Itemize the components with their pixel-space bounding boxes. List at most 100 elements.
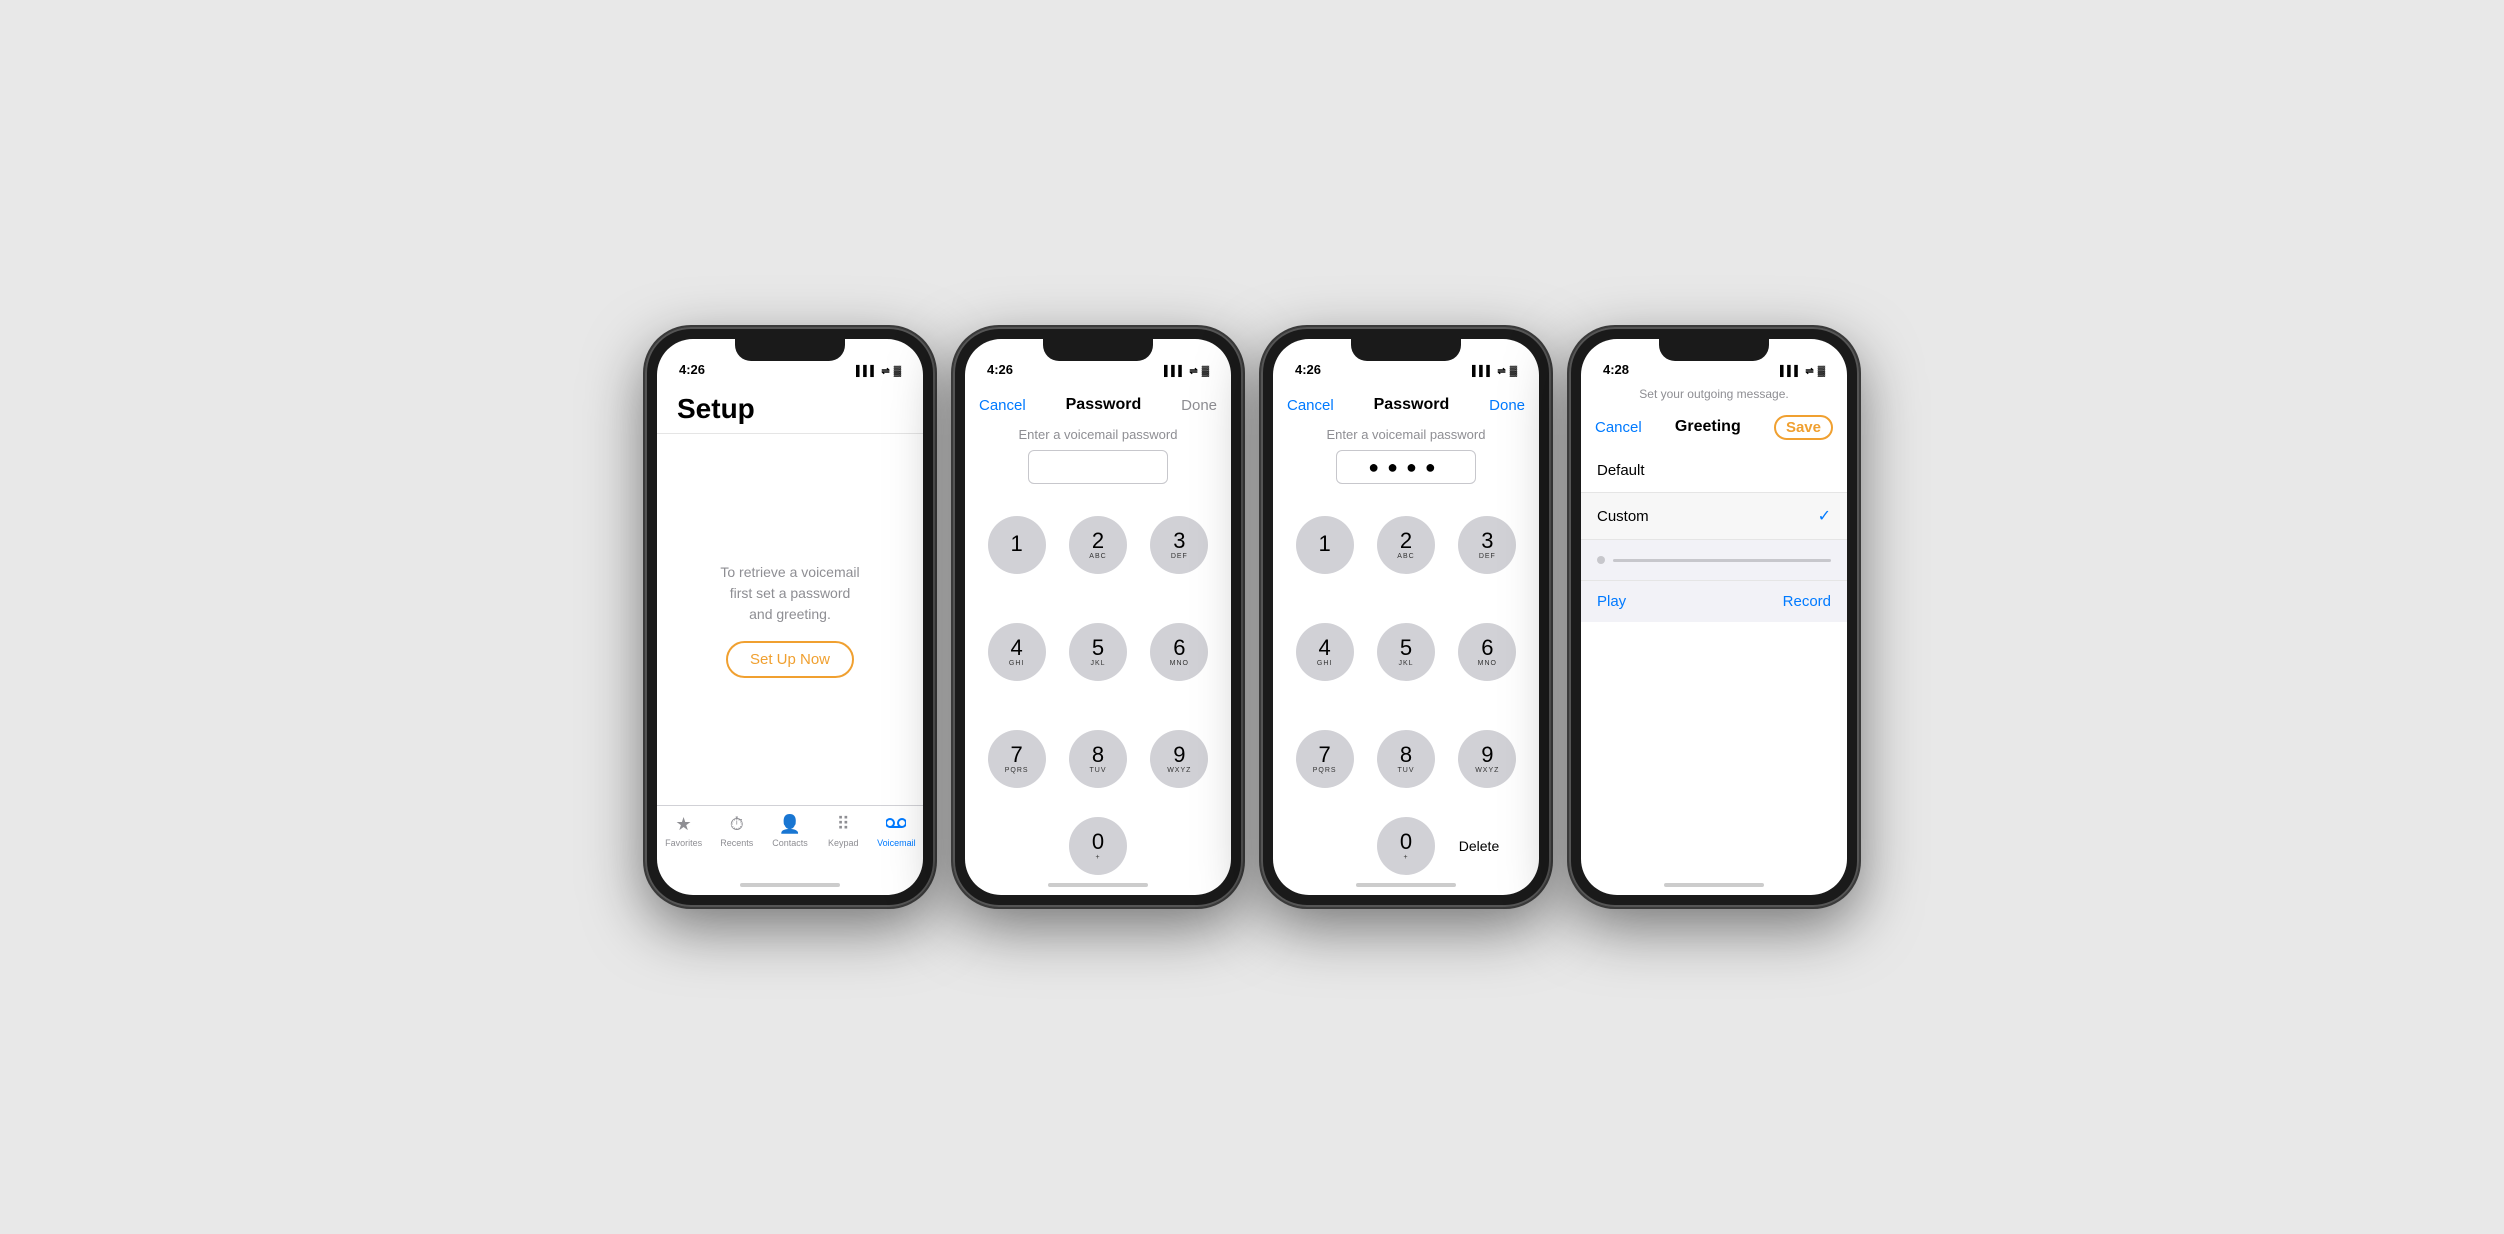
tab-favorites[interactable]: ★ Favorites bbox=[657, 814, 710, 848]
notch-4 bbox=[1659, 339, 1769, 361]
password-screen-3: Cancel Password Done Enter a voicemail p… bbox=[1273, 383, 1539, 875]
password-dots-3: ●●●● bbox=[1368, 457, 1444, 478]
password-field-3[interactable]: ●●●● bbox=[1336, 450, 1476, 484]
tab-voicemail[interactable]: Voicemail bbox=[870, 814, 923, 848]
recents-label: Recents bbox=[720, 838, 753, 848]
nav-bar-2: Cancel Password Done bbox=[965, 383, 1231, 427]
password-field-2[interactable] bbox=[1028, 450, 1168, 484]
setup-now-button[interactable]: Set Up Now bbox=[726, 641, 854, 678]
tab-keypad[interactable]: ⠿ Keypad bbox=[817, 814, 870, 848]
notch-3 bbox=[1351, 339, 1461, 361]
recents-icon: ⏱ bbox=[730, 814, 744, 835]
cancel-button-2[interactable]: Cancel bbox=[979, 397, 1026, 414]
phone-4-greeting: 4:28 ▌▌▌ ⇌ ▓ Set your outgoing message. … bbox=[1569, 327, 1859, 907]
keypad-2: 1 2ABC 3DEF 4GHI 5JKL 6MNO 7PQRS 8TUV 9W… bbox=[965, 496, 1231, 807]
signal-icon-3: ▌▌▌ bbox=[1472, 366, 1493, 377]
keypad-bottom-2: 0+ bbox=[965, 807, 1231, 875]
delete-cell-3: Delete bbox=[1435, 838, 1523, 854]
greeting-screen: Set your outgoing message. Cancel Greeti… bbox=[1581, 383, 1847, 875]
nav-title-2: Password bbox=[1066, 396, 1142, 414]
favorites-label: Favorites bbox=[665, 838, 702, 848]
default-label: Default bbox=[1597, 462, 1645, 479]
status-icons-2: ▌▌▌ ⇌ ▓ bbox=[1164, 366, 1209, 377]
progress-section bbox=[1581, 540, 1847, 580]
password-field-wrap-3: ●●●● bbox=[1273, 450, 1539, 484]
voicemail-label: Voicemail bbox=[877, 838, 916, 848]
home-indicator-4 bbox=[1581, 875, 1847, 895]
key-6-p2[interactable]: 6MNO bbox=[1150, 623, 1208, 681]
key-1-p2[interactable]: 1 bbox=[988, 516, 1046, 574]
key-0-p3[interactable]: 0+ bbox=[1377, 817, 1435, 875]
favorites-icon: ★ bbox=[676, 814, 692, 835]
keypad-3: 1 2ABC 3DEF 4GHI 5JKL 6MNO 7PQRS 8TUV 9W… bbox=[1273, 496, 1539, 807]
wifi-icon-3: ⇌ bbox=[1497, 366, 1505, 377]
delete-button-3[interactable]: Delete bbox=[1459, 838, 1499, 854]
setup-description: To retrieve a voicemail first set a pass… bbox=[720, 562, 859, 625]
phone-2-password-empty: 4:26 ▌▌▌ ⇌ ▓ Cancel Password Done Enter … bbox=[953, 327, 1243, 907]
progress-track bbox=[1613, 559, 1831, 562]
key-8-p2[interactable]: 8TUV bbox=[1069, 730, 1127, 788]
status-icons-4: ▌▌▌ ⇌ ▓ bbox=[1780, 366, 1825, 377]
password-hint-3: Enter a voicemail password bbox=[1273, 427, 1539, 442]
key-3-p3[interactable]: 3DEF bbox=[1458, 516, 1516, 574]
key-7-p2[interactable]: 7PQRS bbox=[988, 730, 1046, 788]
phone-1-setup: 4:26 ▌▌▌ ⇌ ▓ Setup To retrieve a voicema… bbox=[645, 327, 935, 907]
cancel-button-3[interactable]: Cancel bbox=[1287, 397, 1334, 414]
wifi-icon-2: ⇌ bbox=[1189, 366, 1197, 377]
tab-recents[interactable]: ⏱ Recents bbox=[710, 814, 763, 848]
password-screen-2: Cancel Password Done Enter a voicemail p… bbox=[965, 383, 1231, 875]
home-indicator-2 bbox=[965, 875, 1231, 895]
key-9-p2[interactable]: 9WXYZ bbox=[1150, 730, 1208, 788]
key-6-p3[interactable]: 6MNO bbox=[1458, 623, 1516, 681]
key-9-p3[interactable]: 9WXYZ bbox=[1458, 730, 1516, 788]
cancel-button-4[interactable]: Cancel bbox=[1595, 419, 1642, 436]
status-icons-3: ▌▌▌ ⇌ ▓ bbox=[1472, 366, 1517, 377]
tab-contacts[interactable]: 👤 Contacts bbox=[763, 814, 816, 848]
key-5-p2[interactable]: 5JKL bbox=[1069, 623, 1127, 681]
greeting-custom[interactable]: Custom ✓ bbox=[1581, 493, 1847, 540]
home-indicator-1 bbox=[657, 875, 923, 895]
key-7-p3[interactable]: 7PQRS bbox=[1296, 730, 1354, 788]
battery-icon-3: ▓ bbox=[1510, 366, 1517, 377]
tab-bar-1: ★ Favorites ⏱ Recents 👤 Contacts ⠿ Keypa… bbox=[657, 805, 923, 875]
time-4: 4:28 bbox=[1603, 362, 1629, 377]
keypad-bottom-3: 0+ Delete bbox=[1273, 807, 1539, 875]
record-button[interactable]: Record bbox=[1783, 593, 1831, 610]
key-8-p3[interactable]: 8TUV bbox=[1377, 730, 1435, 788]
signal-icon-4: ▌▌▌ bbox=[1780, 366, 1801, 377]
key-4-p3[interactable]: 4GHI bbox=[1296, 623, 1354, 681]
progress-dot bbox=[1597, 556, 1605, 564]
password-hint-2: Enter a voicemail password bbox=[965, 427, 1231, 442]
battery-icon-4: ▓ bbox=[1818, 366, 1825, 377]
greeting-default[interactable]: Default bbox=[1581, 449, 1847, 493]
voicemail-icon bbox=[886, 814, 906, 835]
key-2-p2[interactable]: 2ABC bbox=[1069, 516, 1127, 574]
greeting-actions: Play Record bbox=[1581, 580, 1847, 622]
play-button[interactable]: Play bbox=[1597, 593, 1626, 610]
checkmark-icon: ✓ bbox=[1818, 506, 1831, 526]
save-button-4[interactable]: Save bbox=[1774, 415, 1833, 440]
nav-title-3: Password bbox=[1374, 396, 1450, 414]
key-3-p2[interactable]: 3DEF bbox=[1150, 516, 1208, 574]
phone-collection: 4:26 ▌▌▌ ⇌ ▓ Setup To retrieve a voicema… bbox=[645, 327, 1859, 907]
key-0-p2[interactable]: 0+ bbox=[1069, 817, 1127, 875]
key-1-p3[interactable]: 1 bbox=[1296, 516, 1354, 574]
contacts-label: Contacts bbox=[772, 838, 808, 848]
battery-icon-2: ▓ bbox=[1202, 366, 1209, 377]
signal-icon-1: ▌▌▌ bbox=[856, 366, 877, 377]
nav-bar-4: Cancel Greeting Save bbox=[1581, 405, 1847, 449]
signal-icon-2: ▌▌▌ bbox=[1164, 366, 1185, 377]
setup-title: Setup bbox=[657, 383, 923, 434]
setup-screen: Setup To retrieve a voicemail first set … bbox=[657, 383, 923, 895]
time-1: 4:26 bbox=[679, 362, 705, 377]
time-2: 4:26 bbox=[987, 362, 1013, 377]
phone-3-password-filled: 4:26 ▌▌▌ ⇌ ▓ Cancel Password Done Enter … bbox=[1261, 327, 1551, 907]
done-button-2: Done bbox=[1181, 397, 1217, 414]
key-5-p3[interactable]: 5JKL bbox=[1377, 623, 1435, 681]
nav-title-4: Greeting bbox=[1675, 418, 1741, 436]
notch-1 bbox=[735, 339, 845, 361]
key-4-p2[interactable]: 4GHI bbox=[988, 623, 1046, 681]
done-button-3[interactable]: Done bbox=[1489, 397, 1525, 414]
keypad-icon: ⠿ bbox=[837, 814, 850, 835]
key-2-p3[interactable]: 2ABC bbox=[1377, 516, 1435, 574]
